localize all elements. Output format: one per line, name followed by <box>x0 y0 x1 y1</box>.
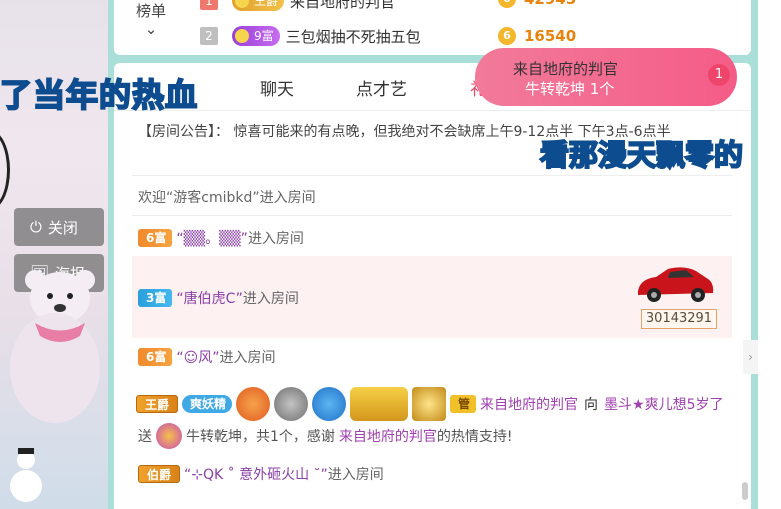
tab-talent[interactable]: 点才艺 <box>356 75 407 100</box>
bull-gift-icon <box>156 423 182 449</box>
gift-popup-sender: 来自地府的判官 <box>513 60 619 78</box>
ranking-row[interactable]: 1 王爵 来自地府的判官 <box>200 0 395 12</box>
chat-message: 6富 “☺风” 进入房间 <box>138 347 275 367</box>
ranking-row[interactable]: 2 9富 三包烟抽不死抽五包 <box>200 25 421 47</box>
expand-panel-button[interactable]: › <box>743 340 758 374</box>
close-button[interactable]: ⏻ 关闭 <box>14 208 104 246</box>
ranking-card: 榜单 ⌄ 1 王爵 来自地府的判官 6 42945 2 9富 三包烟抽不死抽五包… <box>114 0 751 55</box>
rank-number: 2 <box>200 27 218 45</box>
chat-message: 伯爵 “⊹QK ˚ 意外砸火山 ˘” 进入房间 <box>138 464 384 484</box>
user-name[interactable]: “⊹QK ˚ 意外砸火山 ˘” <box>184 464 328 484</box>
gift-receiver-name[interactable]: 墨斗★爽儿想5岁了 <box>604 394 723 414</box>
close-label: 关闭 <box>47 218 78 237</box>
tab-chat[interactable]: 聊天 <box>260 75 294 100</box>
power-icon: ⏻ <box>30 218 42 236</box>
chevron-down-icon: ⌄ <box>144 20 158 38</box>
thanks-user-name[interactable]: 来自地府的判官 <box>339 426 437 446</box>
fairy-badge: 爽妖精 <box>182 395 233 413</box>
coin-icon: 6 <box>498 0 516 8</box>
duke-badge: 伯爵 <box>138 465 181 483</box>
car-plate: 30143291 <box>641 309 717 329</box>
gift-message: 送 牛转乾坤，共1个，感谢 来自地府的判官 的热情支持! <box>138 423 513 449</box>
chat-message: 6富 “▒▒。▒▒” 进入房间 <box>138 228 304 248</box>
teddy-bear-image <box>10 270 100 423</box>
gift-popup: 来自地府的判官 牛转乾坤 1个 <box>475 48 737 106</box>
wealth-badge: 6富 <box>138 348 173 366</box>
danmu-text: 看那漫天飘零的 <box>539 137 744 173</box>
user-name[interactable]: “唐伯虎C” <box>176 288 243 308</box>
gift-sender-badges: 王爵 爽妖精 管 来自地府的判官 向 墨斗★爽儿想5岁了 <box>136 387 724 421</box>
user-name[interactable]: “▒▒。▒▒” <box>176 228 248 248</box>
coin-icon: 6 <box>498 27 516 45</box>
gift-popup-gift: 牛转乾坤 1个 <box>525 80 615 98</box>
snowman-icon <box>10 448 42 502</box>
coin-count: 6 42945 <box>498 0 576 8</box>
crown-medal-icon <box>412 387 447 421</box>
avatar-outline <box>0 130 10 210</box>
star-medal-icon <box>236 387 271 421</box>
level-badge: 9富 <box>232 26 280 46</box>
chat-message: 3富 “唐伯虎C” 进入房间 <box>138 288 299 308</box>
shield-medal-icon <box>274 387 309 421</box>
right-side-panel <box>758 0 781 509</box>
user-name[interactable]: “☺风” <box>176 347 219 367</box>
ranking-label[interactable]: 榜单 ⌄ <box>136 2 166 38</box>
chat-card: 聊天 点才艺 礼 【房间公告】： 惊喜可能来的有点晚，但我绝对不会缺席上午9-1… <box>114 63 751 509</box>
king-badge: 王爵 <box>136 395 179 413</box>
level-badge: 王爵 <box>232 0 285 11</box>
gift-count-badge: 1 <box>708 64 730 86</box>
divider <box>132 175 732 176</box>
rank-number: 1 <box>200 0 218 10</box>
vip-icon <box>350 387 409 421</box>
danmu-text: 了当年的热血 <box>0 75 199 115</box>
divider <box>132 215 732 216</box>
user-name: 来自地府的判官 <box>290 0 396 11</box>
coin-count: 6 16540 <box>498 27 576 45</box>
wealth-badge: 6富 <box>138 229 173 247</box>
angel-medal-icon <box>312 387 347 421</box>
car-icon <box>638 267 714 302</box>
scrollbar[interactable] <box>742 482 748 500</box>
chat-message: 欢迎“游客cmibkd”进入房间 <box>138 190 316 206</box>
user-name: 三包烟抽不死抽五包 <box>285 27 421 46</box>
wealth-badge: 3富 <box>138 289 173 307</box>
gift-sender-name[interactable]: 来自地府的判官 <box>480 394 578 414</box>
manager-badge: 管 <box>450 395 477 413</box>
